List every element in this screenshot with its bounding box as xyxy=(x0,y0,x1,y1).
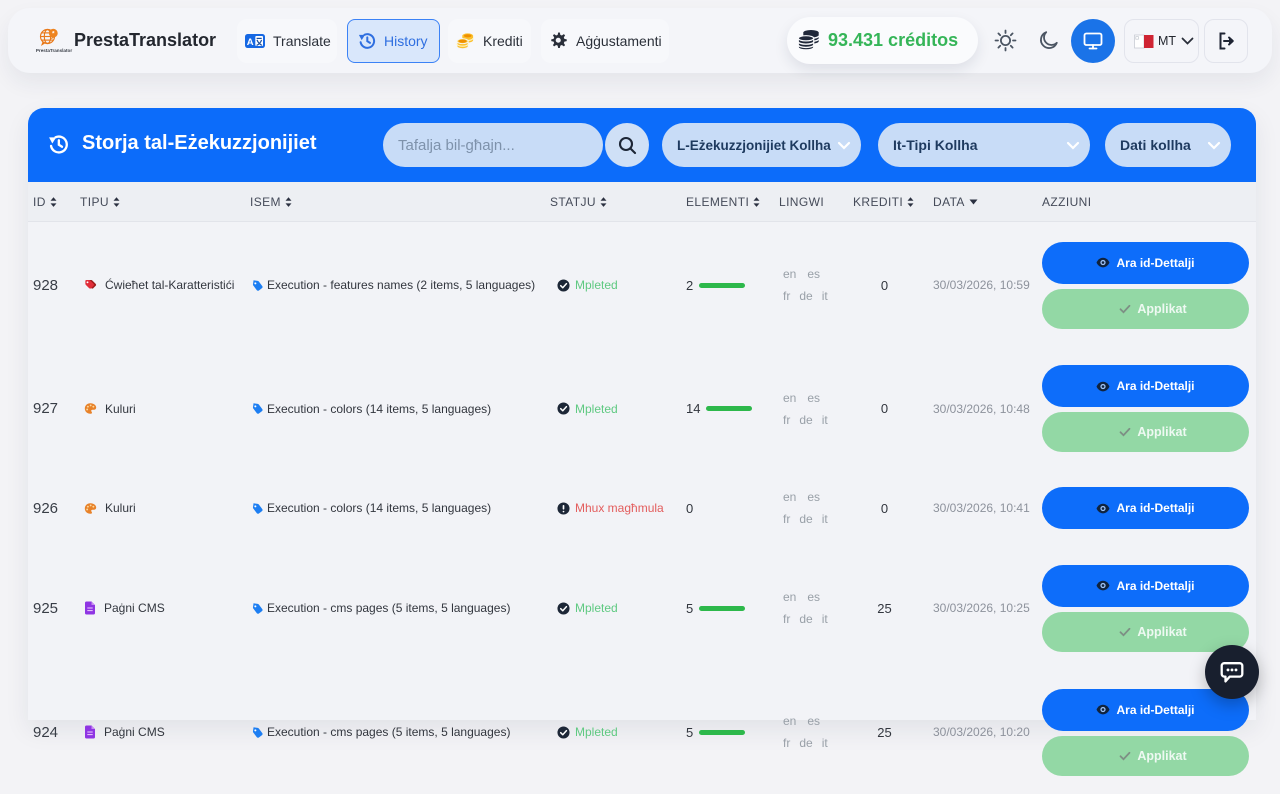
svg-text:A: A xyxy=(247,37,254,48)
